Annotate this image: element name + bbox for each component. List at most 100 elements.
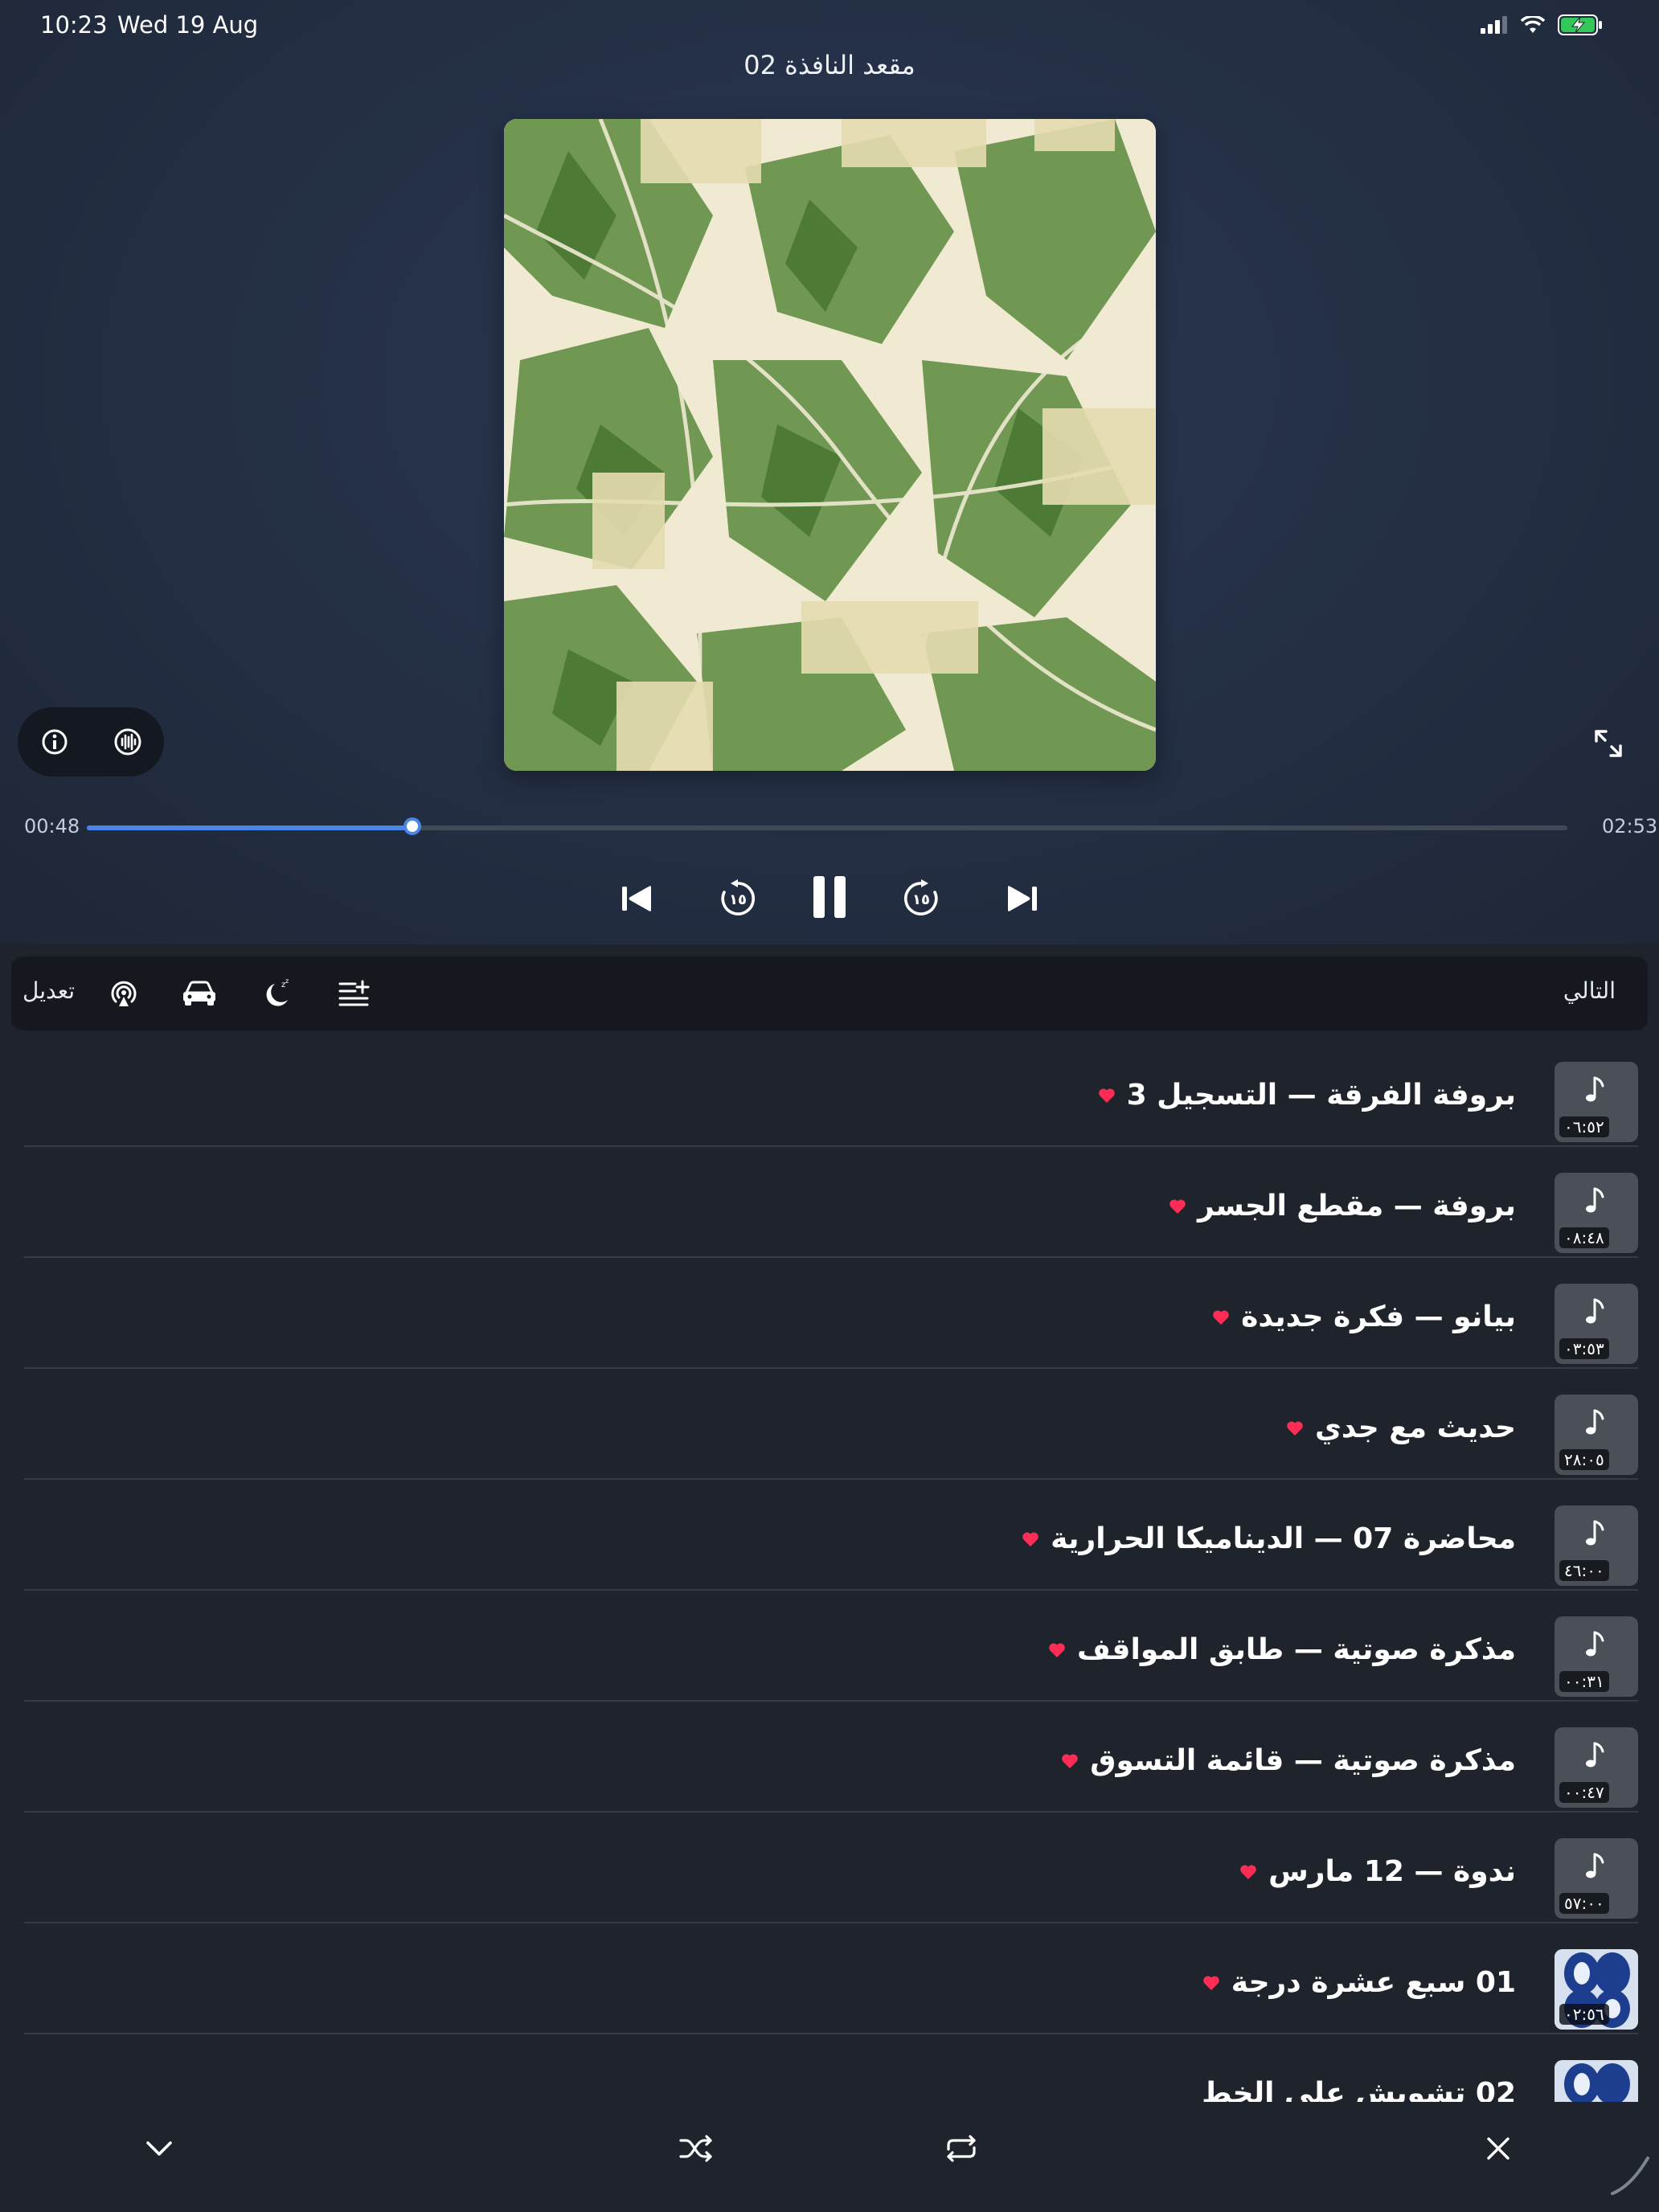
music-note-icon bbox=[1586, 1409, 1604, 1435]
status-time: 10:23 bbox=[40, 11, 108, 39]
forward-15-icon: ١٥ bbox=[903, 879, 938, 916]
car-mode-button[interactable] bbox=[180, 974, 219, 1013]
add-to-queue-icon bbox=[338, 980, 370, 1006]
track-duration: ٠٠:٣١ bbox=[1559, 1671, 1609, 1692]
battery-charging-icon bbox=[1558, 14, 1602, 35]
favorite-heart-icon bbox=[1169, 1198, 1186, 1214]
rewind-15-icon: ١٥ bbox=[721, 879, 756, 916]
track-thumbnail: ٠٠:٣١ bbox=[1555, 1616, 1638, 1697]
rewind-15-button[interactable]: ١٥ bbox=[714, 875, 762, 923]
track-title-row: 01 سبع عشرة درجة bbox=[1202, 1966, 1516, 1999]
skip-previous-button[interactable] bbox=[614, 876, 659, 921]
queue-row[interactable]: ٤٦:٠٠ محاضرة 07 — الديناميكا الحرارية bbox=[24, 1481, 1638, 1591]
shuffle-off-icon bbox=[679, 2135, 712, 2162]
music-note-icon bbox=[1586, 1520, 1604, 1546]
track-duration: ٢٨:٠٥ bbox=[1559, 1449, 1609, 1470]
music-note-icon bbox=[1586, 1298, 1604, 1324]
favorite-heart-icon bbox=[1049, 1642, 1065, 1657]
track-name: بروفة الفرقة — التسجيل 3 bbox=[1126, 1079, 1516, 1112]
track-name: حديث مع جدي bbox=[1314, 1411, 1516, 1444]
track-title-row: حديث مع جدي bbox=[1286, 1411, 1516, 1444]
queue-toolbar: تعديل z z التالي bbox=[11, 956, 1648, 1030]
queue-row[interactable]: 02 تشويش على الخط bbox=[24, 2035, 1638, 2102]
music-note-icon bbox=[1586, 1187, 1604, 1213]
track-duration: ٠٣:٥٣ bbox=[1559, 1338, 1609, 1359]
music-note-icon bbox=[1586, 1076, 1604, 1102]
queue-row[interactable]: ٠٠:٤٧ مذكرة صوتية — قائمة التسوق bbox=[24, 1702, 1638, 1813]
track-title-row: ندوة — 12 مارس bbox=[1239, 1855, 1516, 1888]
music-note-icon bbox=[1586, 1631, 1604, 1657]
status-icons bbox=[1481, 14, 1603, 35]
track-thumbnail: ٠٦:٥٢ bbox=[1555, 1062, 1638, 1142]
track-name: مذكرة صوتية — قائمة التسوق bbox=[1090, 1744, 1516, 1777]
shuffle-button[interactable] bbox=[674, 2126, 719, 2171]
pause-icon bbox=[813, 876, 846, 918]
info-button[interactable] bbox=[37, 724, 72, 760]
track-title-row: مذكرة صوتية — قائمة التسوق bbox=[1061, 1744, 1516, 1777]
airplay-icon bbox=[111, 981, 137, 1006]
collapse-button[interactable] bbox=[137, 2126, 182, 2171]
sleep-timer-icon: z z bbox=[266, 977, 289, 1006]
audio-settings-button[interactable] bbox=[110, 724, 145, 760]
edit-button[interactable]: تعديل bbox=[23, 977, 75, 1004]
queue-row[interactable]: ٠٣:٥٣ بيانو — فكرة جديدة bbox=[24, 1259, 1638, 1369]
airplay-button[interactable] bbox=[104, 974, 143, 1013]
close-button[interactable] bbox=[1476, 2126, 1521, 2171]
track-thumbnail bbox=[1555, 2060, 1638, 2102]
track-duration: ٠٦:٥٢ bbox=[1559, 1116, 1609, 1137]
track-duration: ٥٧:٠٠ bbox=[1559, 1893, 1609, 1914]
cellular-signal-icon bbox=[1481, 16, 1507, 34]
forward-15-label: ١٥ bbox=[912, 891, 930, 908]
skip-next-button[interactable] bbox=[1000, 876, 1045, 921]
track-title: 02 مقعد النافذة bbox=[743, 50, 916, 80]
queue-row[interactable]: ٠٢:٥٦ 01 سبع عشرة درجة bbox=[24, 1924, 1638, 2034]
track-name: مذكرة صوتية — طابق المواقف bbox=[1077, 1633, 1516, 1666]
track-title-row: بيانو — فكرة جديدة bbox=[1212, 1301, 1516, 1333]
track-title-row: مذكرة صوتية — طابق المواقف bbox=[1048, 1633, 1516, 1666]
track-thumbnail: ٥٧:٠٠ bbox=[1555, 1838, 1638, 1919]
remaining-time: 02:53 bbox=[1602, 815, 1658, 838]
chevron-down-icon bbox=[146, 2141, 172, 2156]
track-title-row: بروفة الفرقة — التسجيل 3 bbox=[1098, 1079, 1516, 1112]
progress-slider[interactable] bbox=[87, 817, 1567, 835]
pause-button[interactable] bbox=[805, 871, 854, 923]
queue-row[interactable]: ٥٧:٠٠ ندوة — 12 مارس bbox=[24, 1813, 1638, 1923]
track-title-row: بروفة — مقطع الجسر bbox=[1169, 1190, 1516, 1223]
music-note-icon bbox=[1586, 1742, 1604, 1768]
forward-15-button[interactable]: ١٥ bbox=[897, 875, 945, 923]
queue-row[interactable]: ٠٠:٣١ مذكرة صوتية — طابق المواقف bbox=[24, 1591, 1638, 1702]
album-art bbox=[504, 119, 1156, 771]
track-name: 02 تشويش على الخط bbox=[1202, 2077, 1516, 2102]
track-name: بروفة — مقطع الجسر bbox=[1198, 1190, 1516, 1223]
now-playing-panel: 10:23 Wed 19 Aug 02 مقعد النافذة 00:48 0… bbox=[0, 0, 1659, 944]
progress-fill bbox=[87, 825, 413, 830]
info-icon bbox=[42, 729, 67, 755]
favorite-heart-icon bbox=[1202, 1975, 1219, 1990]
add-to-queue-button[interactable] bbox=[334, 974, 373, 1013]
queue-list[interactable]: ٠٦:٥٢ بروفة الفرقة — التسجيل 3 ٠٨:٤٨ بروفة … bbox=[0, 1037, 1659, 2102]
left-controls-pill bbox=[18, 707, 164, 776]
progress-thumb[interactable] bbox=[403, 817, 422, 835]
queue-row[interactable]: ٠٨:٤٨ بروفة — مقطع الجسر bbox=[24, 1148, 1638, 1258]
resize-handle-icon[interactable] bbox=[1608, 2153, 1653, 2198]
bottom-bar bbox=[0, 2102, 1659, 2212]
expand-button[interactable] bbox=[1588, 723, 1628, 764]
track-thumbnail: ٤٦:٠٠ bbox=[1555, 1505, 1638, 1586]
track-thumbnail: ٠٢:٥٦ bbox=[1555, 1949, 1638, 2030]
track-name: بيانو — فكرة جديدة bbox=[1241, 1301, 1516, 1333]
favorite-heart-icon bbox=[1098, 1088, 1115, 1103]
repeat-button[interactable] bbox=[939, 2126, 984, 2171]
track-thumbnail: ٠٠:٤٧ bbox=[1555, 1727, 1638, 1808]
favorite-heart-icon bbox=[1240, 1864, 1256, 1879]
up-next-label: التالي bbox=[1563, 977, 1616, 1004]
music-note-icon bbox=[1586, 1853, 1604, 1878]
elapsed-time: 00:48 bbox=[24, 815, 80, 838]
skip-previous-icon bbox=[622, 886, 651, 911]
status-date: Wed 19 Aug bbox=[117, 11, 259, 39]
track-thumbnail: ٠٨:٤٨ bbox=[1555, 1173, 1638, 1253]
queue-row[interactable]: ٢٨:٠٥ حديث مع جدي bbox=[24, 1370, 1638, 1480]
track-title-row: محاضرة 07 — الديناميكا الحرارية bbox=[1022, 1522, 1516, 1555]
track-duration: ٠٠:٤٧ bbox=[1559, 1782, 1609, 1803]
sleep-timer-button[interactable]: z z bbox=[257, 974, 296, 1013]
queue-row[interactable]: ٠٦:٥٢ بروفة الفرقة — التسجيل 3 bbox=[24, 1037, 1638, 1147]
